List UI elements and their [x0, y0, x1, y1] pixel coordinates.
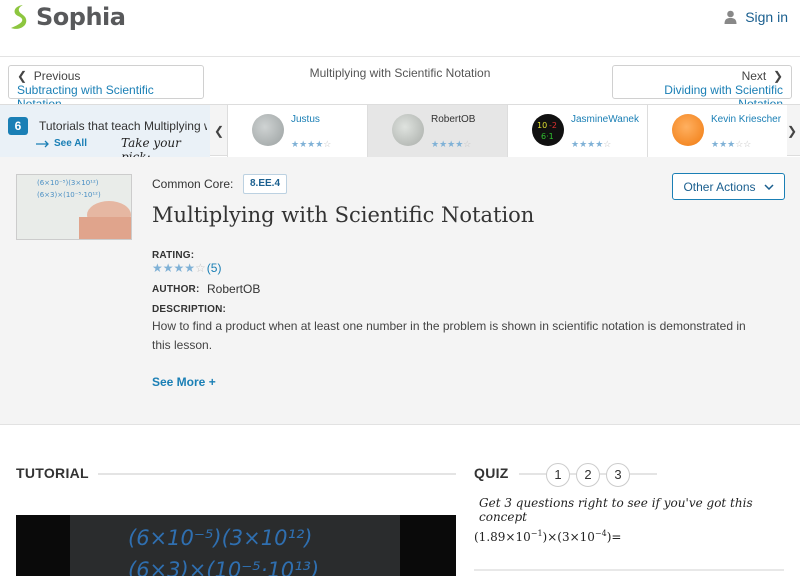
tutorial-thumbnail: 10 -2 6·1 — [532, 114, 564, 146]
svg-text:(6×3)×(10⁻⁵·10¹²): (6×3)×(10⁻⁵·10¹²) — [37, 191, 101, 199]
tutorial-card-kevin-kriescher[interactable]: Kevin Kriescher ★★★☆☆ — [647, 105, 787, 157]
common-core-label: Common Core: — [152, 177, 234, 191]
current-tutorial-title: Multiplying with Scientific Notation — [309, 66, 491, 80]
page-title: Multiplying with Scientific Notation — [152, 203, 535, 227]
tutorial-thumbnail — [252, 114, 284, 146]
video-player[interactable]: (6×10⁻⁵)(3×10¹²) (6×3)×(10⁻⁵·10¹³) — [16, 515, 456, 576]
tutorial-nav: ❮ Previous Subtracting with Scientific N… — [0, 56, 800, 111]
star-rating-icon: ★★★☆☆ — [711, 139, 752, 149]
site-header: Sophia Sign in — [0, 0, 800, 34]
tutorial-card-name: Kevin Kriescher — [711, 114, 782, 125]
tutorial-card-name: JasmineWanek — [571, 114, 639, 125]
strip-next-arrow[interactable]: ❯ — [784, 105, 800, 157]
strip-prev-arrow[interactable]: ❮ — [211, 105, 227, 157]
math-thumbnail-icon: 10 -2 6·1 — [537, 121, 557, 141]
quiz-heading: QUIZ — [474, 465, 509, 481]
see-all-link[interactable]: See All — [36, 138, 87, 149]
arrow-right-icon — [36, 140, 49, 147]
tutorial-card-name: RobertOB — [431, 114, 476, 125]
divider — [98, 473, 456, 475]
divider — [474, 569, 784, 571]
quiz-question-3[interactable]: 3 — [606, 463, 630, 487]
tutorial-card-name: Justus — [291, 114, 320, 125]
author-label: AUTHOR: — [152, 284, 200, 295]
sophia-logo-icon — [11, 4, 27, 29]
tutorials-strip: 6 Tutorials that teach Multiplying with … — [0, 104, 800, 164]
tutorial-card-justus[interactable]: Justus ★★★★☆ — [227, 105, 367, 157]
other-actions-button[interactable]: Other Actions — [672, 173, 785, 200]
rating-label: RATING: — [152, 250, 195, 261]
see-all-label: See All — [54, 138, 87, 149]
chevron-down-icon — [763, 183, 774, 190]
author-name: RobertOB — [207, 282, 261, 296]
quiz-question-2[interactable]: 2 — [576, 463, 600, 487]
video-frame: (6×10⁻⁵)(3×10¹²) (6×3)×(10⁻⁵·10¹³) — [70, 515, 400, 576]
star-rating[interactable]: ★★★★☆(5) — [152, 261, 221, 275]
whiteboard-video-icon: (6×10⁻⁵)(3×10¹²) (6×3)×(10⁻⁵·10¹³) — [128, 526, 319, 576]
chevron-right-icon: ❯ — [786, 124, 798, 138]
description-label: DESCRIPTION: — [152, 304, 227, 315]
svg-text:(6×10⁻⁵)(3×10¹²): (6×10⁻⁵)(3×10¹²) — [37, 179, 99, 187]
svg-text:6·1: 6·1 — [541, 132, 554, 141]
logo-text: Sophia — [36, 3, 126, 31]
other-actions-label: Other Actions — [683, 179, 756, 194]
star-rating-icon: ★★★★☆ — [571, 139, 612, 149]
description-text: How to find a product when at least one … — [152, 319, 746, 352]
chevron-left-icon: ❮ — [213, 124, 225, 138]
star-rating-icon: ★★★★☆ — [431, 139, 472, 149]
tutorials-strip-header: 6 Tutorials that teach Multiplying with … — [0, 105, 210, 164]
sign-in-label: Sign in — [745, 9, 788, 25]
tutorial-thumbnail — [392, 114, 424, 146]
sophia-logo[interactable]: Sophia — [10, 3, 126, 31]
tutorial-card-jasminewanek[interactable]: 10 -2 6·1 JasmineWanek ★★★★☆ — [507, 105, 647, 157]
sign-in-link[interactable]: Sign in — [724, 9, 788, 25]
quiz-prompt: Get 3 questions right to see if you've g… — [479, 496, 753, 524]
user-icon — [724, 10, 737, 24]
svg-text:10: 10 — [537, 121, 547, 130]
rating-count: (5) — [206, 261, 222, 275]
quiz-question-part: )= — [606, 530, 622, 544]
common-core-badge[interactable]: 8.EE.4 — [243, 174, 288, 194]
tutorial-heading: TUTORIAL — [16, 465, 89, 481]
see-more-link[interactable]: See More + — [152, 375, 216, 389]
quiz-question-1[interactable]: 1 — [546, 463, 570, 487]
video-thumbnail[interactable]: (6×10⁻⁵)(3×10¹²) (6×3)×(10⁻⁵·10¹²) — [16, 174, 132, 240]
quiz-question-part: )×(3×10 — [542, 530, 595, 544]
quiz-question-exponent: −4 — [594, 529, 607, 538]
svg-text:-2: -2 — [549, 121, 557, 130]
tutorial-thumbnail — [672, 114, 704, 146]
tutorial-card-robertob[interactable]: RobertOB ★★★★☆ — [367, 105, 507, 157]
tutorials-strip-title: Tutorials that teach Multiplying with Sc… — [39, 119, 207, 133]
tutorial-info: (6×10⁻⁵)(3×10¹²) (6×3)×(10⁻⁵·10¹²) Commo… — [0, 157, 800, 425]
svg-text:(6×3)×(10⁻⁵·10¹³): (6×3)×(10⁻⁵·10¹³) — [128, 558, 319, 576]
whiteboard-thumbnail-icon: (6×10⁻⁵)(3×10¹²) (6×3)×(10⁻⁵·10¹²) — [37, 179, 131, 239]
quiz-question-part: (1.89×10 — [474, 530, 531, 544]
quiz-question-exponent: −1 — [530, 529, 543, 538]
star-rating-icon: ★★★★☆ — [291, 139, 332, 149]
svg-text:(6×10⁻⁵)(3×10¹²): (6×10⁻⁵)(3×10¹²) — [128, 526, 312, 550]
star-rating-icon: ★★★★☆ — [152, 261, 206, 275]
quiz-question-text: (1.89×10−1)×(3×10−4)= — [474, 529, 621, 544]
tutorial-count-badge: 6 — [8, 117, 28, 135]
